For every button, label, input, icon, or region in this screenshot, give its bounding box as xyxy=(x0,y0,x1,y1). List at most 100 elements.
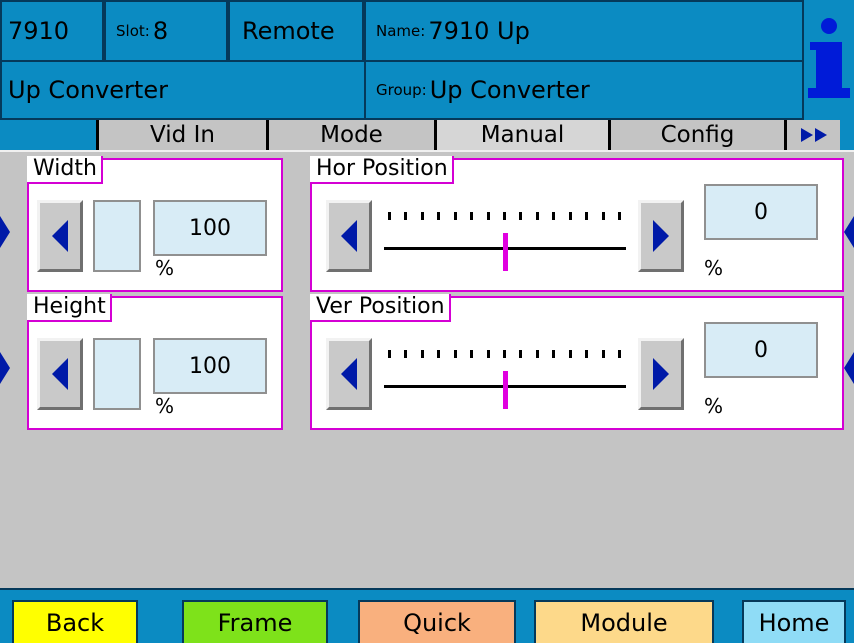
name-cell: Name: 7910 Up xyxy=(364,0,804,62)
slider-tick xyxy=(568,212,572,220)
slider-thumb[interactable] xyxy=(503,371,508,409)
slider-tick xyxy=(601,350,605,358)
height-level-bar xyxy=(93,338,141,410)
width-value-field[interactable]: 100 xyxy=(153,200,267,256)
name-value: 7910 Up xyxy=(428,17,530,45)
info-icon[interactable] xyxy=(808,18,850,102)
tab-label: Mode xyxy=(320,122,383,148)
slider-tick xyxy=(618,350,621,358)
frame-button[interactable]: Frame xyxy=(182,600,328,643)
scroll-right-marker-icon xyxy=(844,352,854,384)
tab-manual[interactable]: Manual xyxy=(434,120,608,150)
ver-position-value: 0 xyxy=(754,337,768,363)
ver-position-slider[interactable] xyxy=(380,338,630,410)
hor-position-increment-button[interactable] xyxy=(638,200,684,272)
width-level-bar xyxy=(93,200,141,272)
arrow-right-icon xyxy=(653,220,669,252)
slider-tick xyxy=(388,350,391,358)
slot-cell: Slot: 8 xyxy=(104,0,228,62)
name-label: Name: xyxy=(376,22,426,40)
arrow-left-icon xyxy=(52,358,68,390)
slider-tick xyxy=(618,212,621,220)
group-value: Up Converter xyxy=(429,76,590,104)
tabs-more-button[interactable] xyxy=(784,120,840,150)
tab-vid-in[interactable]: Vid In xyxy=(96,120,266,150)
slider-tick xyxy=(420,212,424,220)
home-button-label: Home xyxy=(758,608,830,637)
slider-tick xyxy=(388,212,391,220)
height-unit: % xyxy=(155,394,175,418)
ver-position-label: Ver Position xyxy=(310,294,451,322)
module-button[interactable]: Module xyxy=(534,600,714,643)
slider-tick xyxy=(601,212,605,220)
height-label: Height xyxy=(27,294,112,322)
slider-tick xyxy=(404,350,408,358)
hor-position-decrement-button[interactable] xyxy=(326,200,372,272)
back-button[interactable]: Back xyxy=(12,600,138,643)
slider-tick xyxy=(552,212,556,220)
height-panel: Height 100 % xyxy=(27,294,283,430)
width-label: Width xyxy=(27,156,103,184)
tab-config[interactable]: Config xyxy=(608,120,784,150)
double-chevron-right-icon-part xyxy=(814,128,827,142)
slider-tick xyxy=(470,212,474,220)
bottom-nav: Back Frame Quick Module Home xyxy=(0,588,854,643)
height-value: 100 xyxy=(189,353,231,379)
arrow-left-icon xyxy=(52,220,68,252)
tab-label: Vid In xyxy=(150,122,215,148)
slider-tick xyxy=(585,350,589,358)
hor-position-unit: % xyxy=(704,256,724,280)
ver-position-panel: Ver Position 0 % xyxy=(310,294,844,430)
quick-button-label: Quick xyxy=(403,608,471,637)
tab-bar: Vid In Mode Manual Config xyxy=(0,120,854,150)
group-label: Group: xyxy=(376,81,427,99)
slider-tick xyxy=(519,212,523,220)
tab-mode[interactable]: Mode xyxy=(266,120,434,150)
slider-tick xyxy=(503,212,506,220)
slider-tick xyxy=(420,350,424,358)
home-button[interactable]: Home xyxy=(742,600,846,643)
scroll-left-marker-icon xyxy=(0,216,10,248)
slider-thumb[interactable] xyxy=(503,233,508,271)
group-cell: Group: Up Converter xyxy=(364,60,804,120)
header: 7910 Slot: 8 Remote Name: 7910 Up Up Con… xyxy=(0,0,854,120)
ver-position-increment-button[interactable] xyxy=(638,338,684,410)
width-panel: Width 100 % xyxy=(27,156,283,292)
slider-tick xyxy=(535,212,539,220)
ver-position-unit: % xyxy=(704,394,724,418)
ver-position-decrement-button[interactable] xyxy=(326,338,372,410)
hor-position-slider[interactable] xyxy=(380,200,630,272)
slider-tick xyxy=(404,212,408,220)
tab-label: Config xyxy=(660,122,735,148)
hor-position-value: 0 xyxy=(754,199,768,225)
device-type-cell: Up Converter xyxy=(0,60,366,120)
back-button-label: Back xyxy=(45,608,105,637)
slider-tick xyxy=(568,350,572,358)
arrow-left-icon xyxy=(341,358,357,390)
slider-tick xyxy=(437,212,441,220)
scroll-right-marker-icon xyxy=(844,216,854,248)
tab-divider xyxy=(0,150,854,152)
model-label: 7910 xyxy=(8,17,70,45)
height-decrement-button[interactable] xyxy=(37,338,83,410)
slider-tick xyxy=(470,350,474,358)
module-button-label: Module xyxy=(580,608,668,637)
slot-label: Slot: xyxy=(116,22,150,40)
height-value-field[interactable]: 100 xyxy=(153,338,267,394)
arrow-right-icon xyxy=(653,358,669,390)
quick-button[interactable]: Quick xyxy=(358,600,516,643)
slot-value: 8 xyxy=(152,17,169,45)
width-value: 100 xyxy=(189,215,231,241)
device-type-label: Up Converter xyxy=(8,76,168,104)
width-decrement-button[interactable] xyxy=(37,200,83,272)
slider-tick xyxy=(552,350,556,358)
model-cell: 7910 xyxy=(0,0,104,62)
hor-position-value-field[interactable]: 0 xyxy=(704,184,818,240)
ver-position-value-field[interactable]: 0 xyxy=(704,322,818,378)
slider-tick xyxy=(437,350,441,358)
slider-tick xyxy=(585,212,589,220)
scroll-left-marker-icon xyxy=(0,352,10,384)
tab-label: Manual xyxy=(480,122,565,148)
slider-tick xyxy=(486,350,490,358)
hor-position-panel: Hor Position 0 % xyxy=(310,156,844,292)
